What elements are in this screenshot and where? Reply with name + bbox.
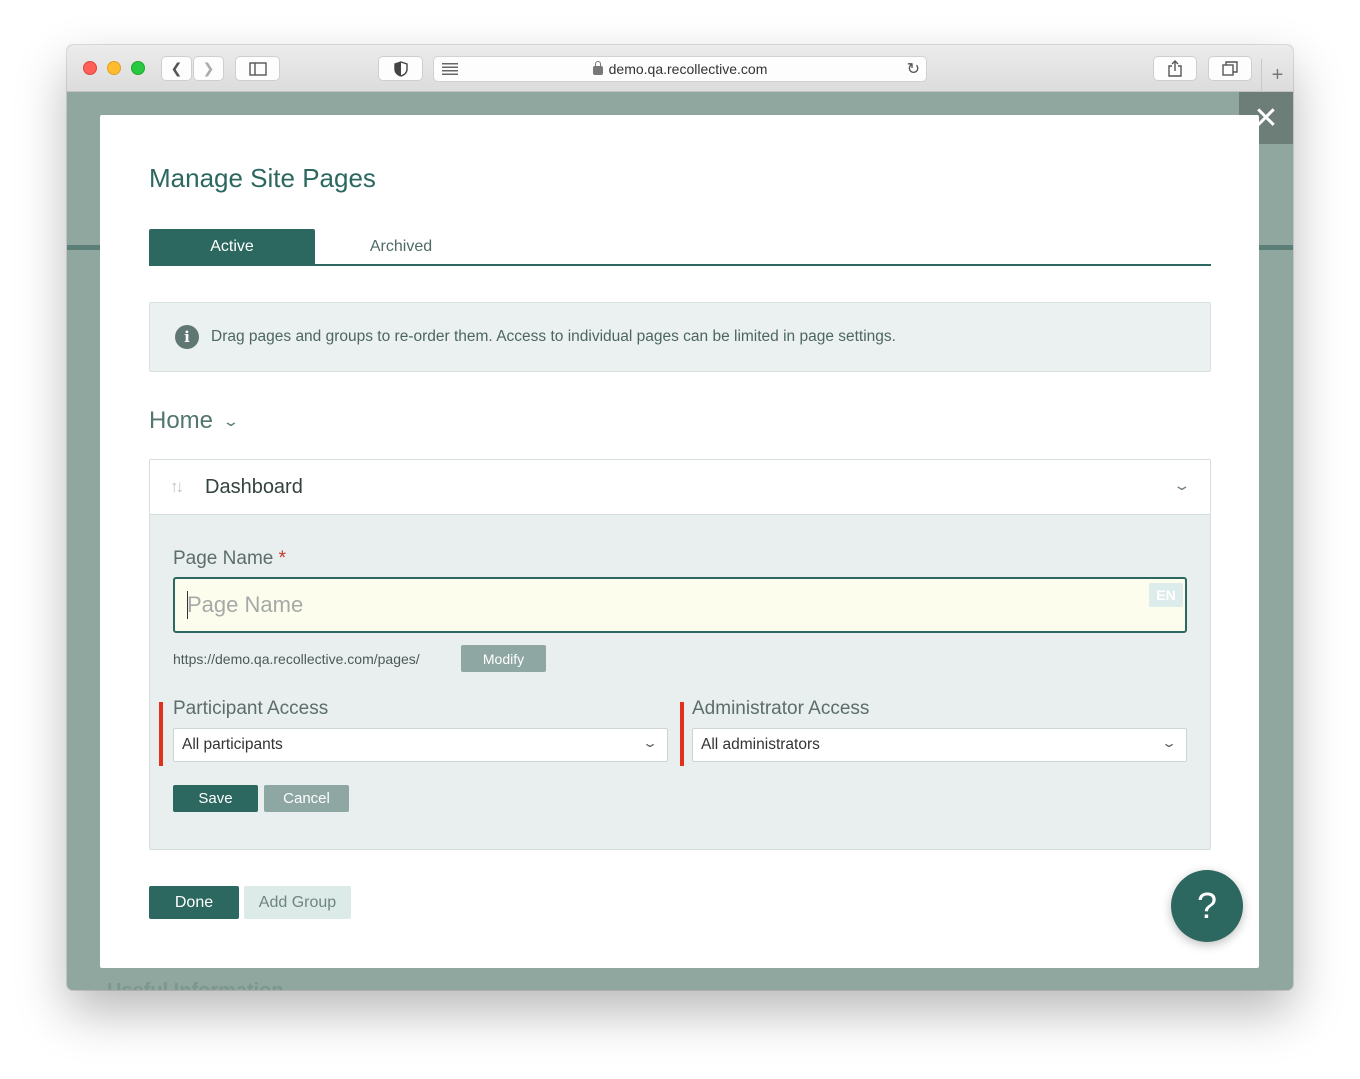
info-message-box: i Drag pages and groups to re-order them… <box>149 302 1211 372</box>
group-title: Home <box>149 407 214 434</box>
backdrop-divider-right <box>1259 245 1293 250</box>
add-group-button[interactable]: Add Group <box>244 886 351 919</box>
tab-bar: Active Archived <box>149 229 1211 266</box>
browser-window: ❮ ❯ demo.qa.recollective.com ↻ + Use <box>67 45 1293 990</box>
chevron-left-icon: ❮ <box>170 60 183 76</box>
done-button[interactable]: Done <box>149 886 239 919</box>
minimize-window-button[interactable] <box>107 61 121 75</box>
backdrop-ghost-text: Useful Information <box>107 980 284 990</box>
administrator-access-label: Administrator Access <box>692 698 870 719</box>
close-window-button[interactable] <box>83 61 97 75</box>
shield-icon <box>393 60 408 77</box>
cancel-button[interactable]: Cancel <box>264 785 349 812</box>
tabs-overview-button[interactable] <box>1208 56 1252 81</box>
page-name-label: Page Name * <box>173 548 286 570</box>
tab-active[interactable]: Active <box>149 229 315 265</box>
info-message: Drag pages and groups to re-order them. … <box>211 328 896 345</box>
chevron-down-icon[interactable]: ⌄ <box>222 413 240 430</box>
tab-archived[interactable]: Archived <box>315 229 487 265</box>
chevron-down-icon: ⌄ <box>1160 736 1178 750</box>
manage-site-pages-modal: Manage Site Pages Active Archived i Drag… <box>100 115 1259 968</box>
participant-access-select[interactable]: All participants ⌄ <box>173 728 668 762</box>
page-card-title: Dashboard <box>205 476 303 498</box>
chevron-down-icon: ⌄ <box>641 736 659 750</box>
info-icon: i <box>175 325 199 349</box>
save-button[interactable]: Save <box>173 785 258 812</box>
drag-handle-icon[interactable]: ↑↓ <box>170 477 184 497</box>
page-card-header[interactable]: ↑↓ Dashboard ⌄ <box>150 460 1210 515</box>
page-backdrop: Useful Information ✕ Manage Site Pages A… <box>67 92 1293 990</box>
address-bar[interactable]: demo.qa.recollective.com ↻ <box>433 56 927 82</box>
tabs-icon <box>1222 61 1238 76</box>
page-card-dashboard: ↑↓ Dashboard ⌄ Page Name * EN https://de… <box>149 459 1211 850</box>
page-name-label-text: Page Name <box>173 548 274 569</box>
participant-access-label: Participant Access <box>173 698 329 719</box>
administrator-access-select[interactable]: All administrators ⌄ <box>692 728 1187 762</box>
modify-url-button[interactable]: Modify <box>461 645 546 672</box>
forward-button[interactable]: ❯ <box>193 56 224 81</box>
language-badge[interactable]: EN <box>1149 583 1183 607</box>
page-name-input[interactable] <box>173 577 1187 633</box>
plus-icon: + <box>1271 64 1284 86</box>
group-header-home[interactable]: Home ⌄ <box>149 407 240 435</box>
text-cursor <box>187 591 188 619</box>
lock-icon <box>592 60 603 75</box>
share-icon <box>1168 60 1182 77</box>
modal-title: Manage Site Pages <box>149 163 376 193</box>
backdrop-divider-left <box>67 245 101 250</box>
administrator-access-value: All administrators <box>701 736 820 753</box>
question-mark-icon: ? <box>1196 885 1218 926</box>
privacy-shield-button[interactable] <box>378 56 423 81</box>
browser-toolbar: ❮ ❯ demo.qa.recollective.com ↻ + <box>67 45 1293 92</box>
page-url-prefix: https://demo.qa.recollective.com/pages/ <box>173 651 420 667</box>
administrator-access-marker <box>680 702 684 766</box>
chevron-down-icon[interactable]: ⌄ <box>1173 477 1192 494</box>
chevron-right-icon: ❯ <box>202 60 215 76</box>
share-button[interactable] <box>1153 56 1197 81</box>
zoom-window-button[interactable] <box>131 61 145 75</box>
sidebar-toggle-button[interactable] <box>235 56 280 81</box>
help-button[interactable]: ? <box>1171 870 1243 942</box>
reload-icon[interactable]: ↻ <box>907 59 920 79</box>
url-text: demo.qa.recollective.com <box>608 61 768 77</box>
new-tab-button[interactable]: + <box>1261 59 1293 92</box>
reader-icon[interactable] <box>442 63 458 75</box>
required-mark: * <box>278 548 287 569</box>
participant-access-value: All participants <box>182 736 283 753</box>
back-button[interactable]: ❮ <box>161 56 192 81</box>
sidebar-icon <box>248 61 267 76</box>
participant-access-marker <box>159 702 163 766</box>
